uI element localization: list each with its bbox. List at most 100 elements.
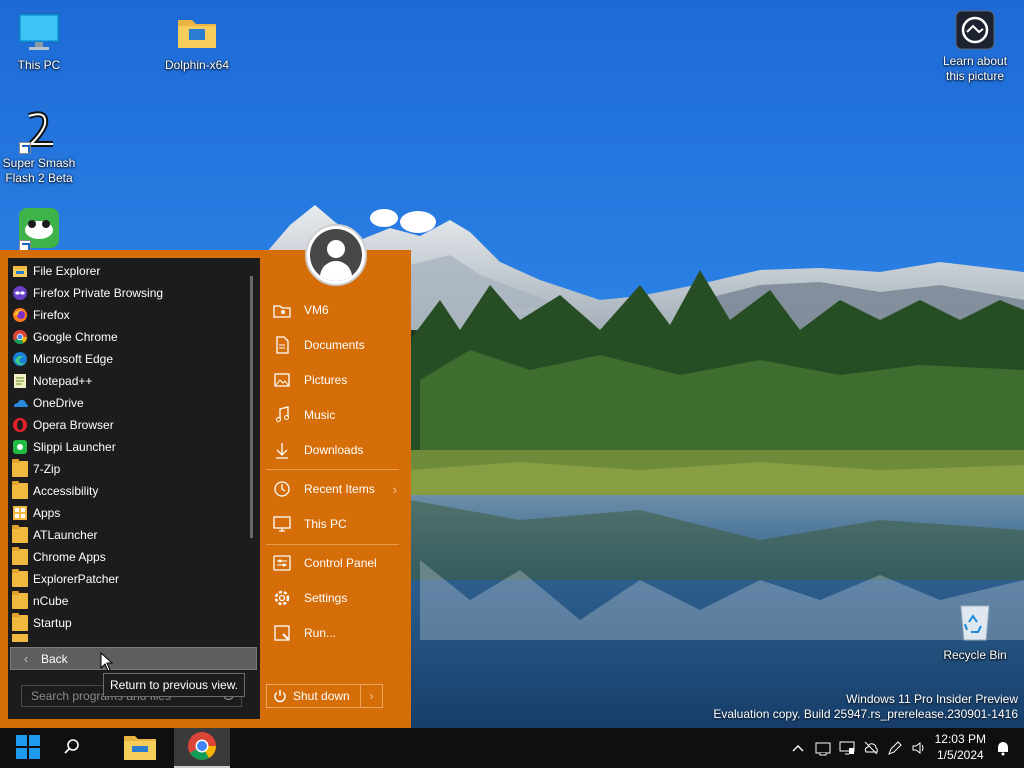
settings-gear-icon: [272, 588, 292, 608]
shutdown-options-chevron-icon[interactable]: ›: [360, 685, 382, 707]
folder-icon: [12, 634, 28, 642]
program-label: Firefox Private Browsing: [33, 286, 164, 300]
place-item-recent-items[interactable]: Recent Items ›: [266, 474, 401, 504]
program-label: Microsoft Edge: [33, 352, 114, 366]
desktop-icon-recycle-bin[interactable]: Recycle Bin: [936, 600, 1014, 663]
place-label: VM6: [304, 303, 329, 317]
program-item-ncube[interactable]: nCube: [8, 590, 248, 612]
user-avatar[interactable]: [305, 224, 367, 286]
desktop-icon-label: Super Smash Flash 2 Beta: [2, 156, 76, 185]
chevron-up-icon[interactable]: [790, 740, 806, 756]
program-item-firefox[interactable]: Firefox: [8, 304, 248, 326]
desktop-icon-label: Recycle Bin: [943, 648, 1007, 662]
desktop-icon-frog-app[interactable]: [0, 206, 78, 252]
mouse-cursor-icon: [100, 651, 114, 672]
place-item-control-panel[interactable]: Control Panel: [266, 548, 401, 578]
taskbar-clock[interactable]: 12:03 PM 1/5/2024: [935, 731, 986, 763]
chevron-left-icon: ‹: [23, 651, 29, 666]
watermark-line-2: Evaluation copy. Build 25947.rs_prerelea…: [713, 707, 1018, 721]
control-panel-icon: [272, 553, 292, 573]
network-icon[interactable]: [815, 740, 831, 756]
notification-bell-icon[interactable]: [995, 740, 1011, 756]
program-item-partial: [8, 634, 248, 642]
place-item-vm6[interactable]: VM6: [266, 295, 401, 325]
places-separator: [266, 469, 399, 470]
program-item-explorerpatcher[interactable]: ExplorerPatcher: [8, 568, 248, 590]
pc-health-icon[interactable]: [839, 740, 855, 756]
download-icon: [272, 440, 292, 460]
windows-evaluation-watermark: Windows 11 Pro Insider Preview Evaluatio…: [713, 692, 1018, 722]
place-item-pictures[interactable]: Pictures: [266, 365, 401, 395]
power-icon: [267, 685, 293, 707]
program-label: Notepad++: [33, 374, 93, 388]
monitor-icon: [17, 10, 61, 54]
program-item-chrome-apps[interactable]: Chrome Apps: [8, 546, 248, 568]
program-item-startup[interactable]: Startup: [8, 612, 248, 634]
onedrive-icon: [12, 395, 28, 411]
taskbar: 12:03 PM 1/5/2024: [0, 728, 1024, 768]
place-item-downloads[interactable]: Downloads: [266, 435, 401, 465]
taskbar-chrome[interactable]: [174, 728, 230, 768]
place-label: Pictures: [304, 373, 348, 387]
volume-icon[interactable]: [911, 740, 927, 756]
program-item-firefox-private[interactable]: Firefox Private Browsing: [8, 282, 248, 304]
apps-icon: [12, 505, 28, 521]
program-item-apps[interactable]: Apps: [8, 502, 248, 524]
program-label: ATLauncher: [33, 528, 98, 542]
place-item-settings[interactable]: Settings: [266, 583, 401, 613]
folder-icon: [12, 569, 28, 587]
program-label: Firefox: [33, 308, 70, 322]
chrome-icon: [12, 329, 28, 345]
program-label: Google Chrome: [33, 330, 118, 344]
place-item-this-pc[interactable]: This PC: [266, 509, 401, 539]
program-item-7zip[interactable]: 7-Zip: [8, 458, 248, 480]
taskbar-file-explorer[interactable]: [112, 728, 168, 768]
program-label: ExplorerPatcher: [33, 572, 120, 586]
back-button[interactable]: ‹ Back: [10, 647, 257, 670]
program-item-atlauncher[interactable]: ATLauncher: [8, 524, 248, 546]
place-label: Music: [304, 408, 336, 422]
shutdown-button[interactable]: Shut down ›: [266, 684, 383, 708]
program-list-scrollbar[interactable]: [250, 276, 253, 538]
place-item-music[interactable]: Music: [266, 400, 401, 430]
program-label: File Explorer: [33, 264, 101, 278]
edge-icon: [12, 351, 28, 367]
place-item-documents[interactable]: Documents: [266, 330, 401, 360]
desktop-icon-dolphin[interactable]: Dolphin-x64: [158, 10, 236, 73]
smash-logo-icon: [17, 108, 61, 154]
program-item-slippi[interactable]: Slippi Launcher: [8, 436, 248, 458]
program-item-microsoft-edge[interactable]: Microsoft Edge: [8, 348, 248, 370]
windows-logo-icon: [15, 734, 41, 763]
program-item-google-chrome[interactable]: Google Chrome: [8, 326, 248, 348]
program-item-notepadpp[interactable]: Notepad++: [8, 370, 248, 392]
firefox-private-icon: [12, 285, 28, 301]
program-item-onedrive[interactable]: OneDrive: [8, 392, 248, 414]
place-label: This PC: [304, 517, 347, 531]
file-explorer-icon: [123, 732, 157, 765]
camera-info-icon: [955, 10, 995, 50]
taskbar-search-button[interactable]: [56, 728, 88, 768]
desktop-icon-super-smash-flash[interactable]: Super Smash Flash 2 Beta: [0, 108, 78, 186]
place-item-run[interactable]: Run...: [266, 618, 401, 648]
folder-icon: [12, 547, 28, 565]
start-button[interactable]: [0, 728, 56, 768]
program-item-file-explorer[interactable]: File Explorer: [8, 260, 248, 282]
program-label: nCube: [33, 594, 69, 608]
slippi-icon: [12, 439, 28, 455]
recent-icon: [272, 479, 292, 499]
desktop-icon-this-pc[interactable]: This PC: [0, 10, 78, 73]
pen-icon[interactable]: [887, 740, 903, 756]
folder-icon: [175, 10, 219, 54]
place-label: Recent Items: [304, 482, 375, 496]
shortcut-arrow-icon: [19, 142, 31, 154]
program-item-accessibility[interactable]: Accessibility: [8, 480, 248, 502]
program-label: 7-Zip: [33, 462, 61, 476]
desktop-icon-learn-about-picture[interactable]: Learn about this picture: [936, 10, 1014, 84]
back-tooltip: Return to previous view.: [103, 673, 246, 697]
chrome-icon: [187, 731, 217, 764]
user-avatar-icon: [310, 229, 362, 281]
program-item-opera[interactable]: Opera Browser: [8, 414, 248, 436]
cloud-off-icon[interactable]: [863, 740, 879, 756]
search-icon: [63, 738, 81, 759]
folder-icon: [12, 613, 28, 631]
